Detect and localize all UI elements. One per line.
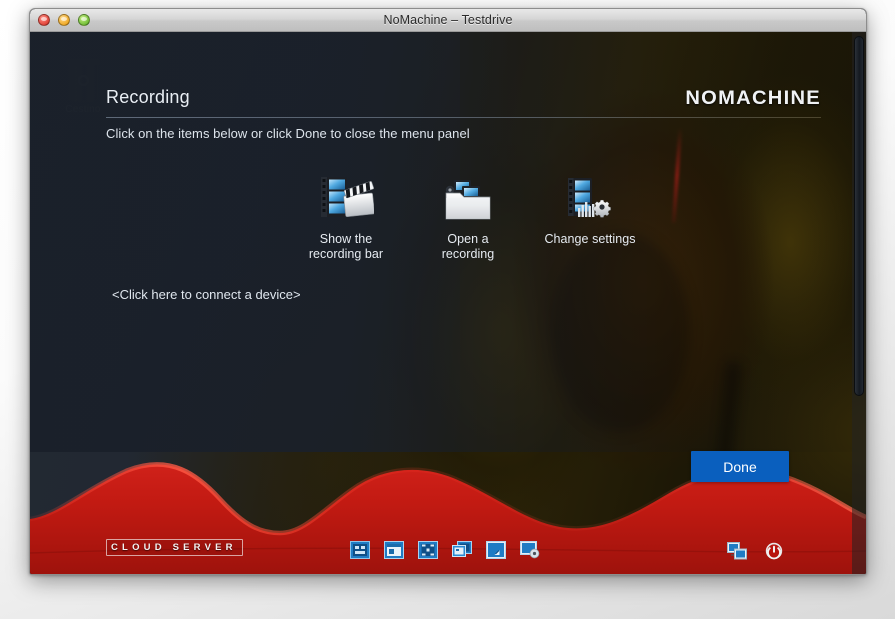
menu-panel: Recording NOMACHINE Click on the items b…	[30, 32, 866, 452]
menu-item-label: Open a recording	[410, 232, 526, 262]
power-icon[interactable]	[764, 542, 784, 560]
minimize-button[interactable]	[58, 14, 70, 26]
menu-item-label-line2: recording bar	[288, 247, 404, 262]
window-traffic-lights	[38, 14, 90, 26]
screenshot-root: NoMachine – Testdrive Cestino Recording …	[0, 0, 895, 619]
window-title: NoMachine – Testdrive	[30, 13, 866, 27]
fullscreen-icon[interactable]	[418, 541, 438, 559]
footer-right-buttons	[727, 542, 784, 560]
transfer-session-icon[interactable]	[727, 542, 747, 560]
session-viewport: Cestino Recording NOMACHINE Click on the…	[30, 32, 866, 575]
menu-item-label-line1: Show the	[288, 232, 404, 247]
menu-item-open-a-recording[interactable]: Open a recording	[410, 172, 526, 262]
menu-item-label-line1: Change settings	[532, 232, 648, 247]
menu-item-label-line1: Open a	[410, 232, 526, 247]
connect-device-link[interactable]: <Click here to connect a device>	[112, 287, 301, 302]
menu-item-show-recording-bar[interactable]: Show the recording bar	[288, 172, 404, 262]
window-layout-icon[interactable]	[384, 541, 404, 559]
menu-item-label-line2: recording	[410, 247, 526, 262]
menu-item-change-settings[interactable]: Change settings	[532, 172, 648, 247]
panel-divider	[106, 117, 821, 118]
folder-film-icon	[410, 172, 526, 228]
screen-options-icon[interactable]	[520, 541, 540, 559]
nomachine-wordmark: NOMACHINE	[685, 88, 821, 110]
menu-items: Show the recording bar	[288, 172, 648, 262]
nomachine-window: NoMachine – Testdrive Cestino Recording …	[29, 8, 867, 575]
scale-to-window-icon[interactable]	[486, 541, 506, 559]
zoom-button[interactable]	[78, 14, 90, 26]
page-title: Recording	[106, 87, 190, 108]
menu-item-label: Show the recording bar	[288, 232, 404, 262]
done-button[interactable]: Done	[691, 451, 789, 482]
menu-item-label: Change settings	[532, 232, 648, 247]
vertical-scrollbar[interactable]	[852, 32, 866, 575]
multi-monitor-icon[interactable]	[452, 541, 472, 559]
scrollbar-thumb[interactable]	[854, 36, 864, 396]
close-button[interactable]	[38, 14, 50, 26]
film-clapper-icon	[288, 172, 404, 228]
display-settings-icon[interactable]	[350, 541, 370, 559]
cloud-server-badge: CLOUD SERVER	[106, 539, 243, 556]
film-gear-icon	[532, 172, 648, 228]
footer-toolbar: CLOUD SERVER	[30, 518, 866, 575]
window-titlebar: NoMachine – Testdrive	[30, 9, 866, 32]
footer-center-buttons	[350, 541, 540, 559]
panel-subtitle: Click on the items below or click Done t…	[106, 126, 470, 141]
